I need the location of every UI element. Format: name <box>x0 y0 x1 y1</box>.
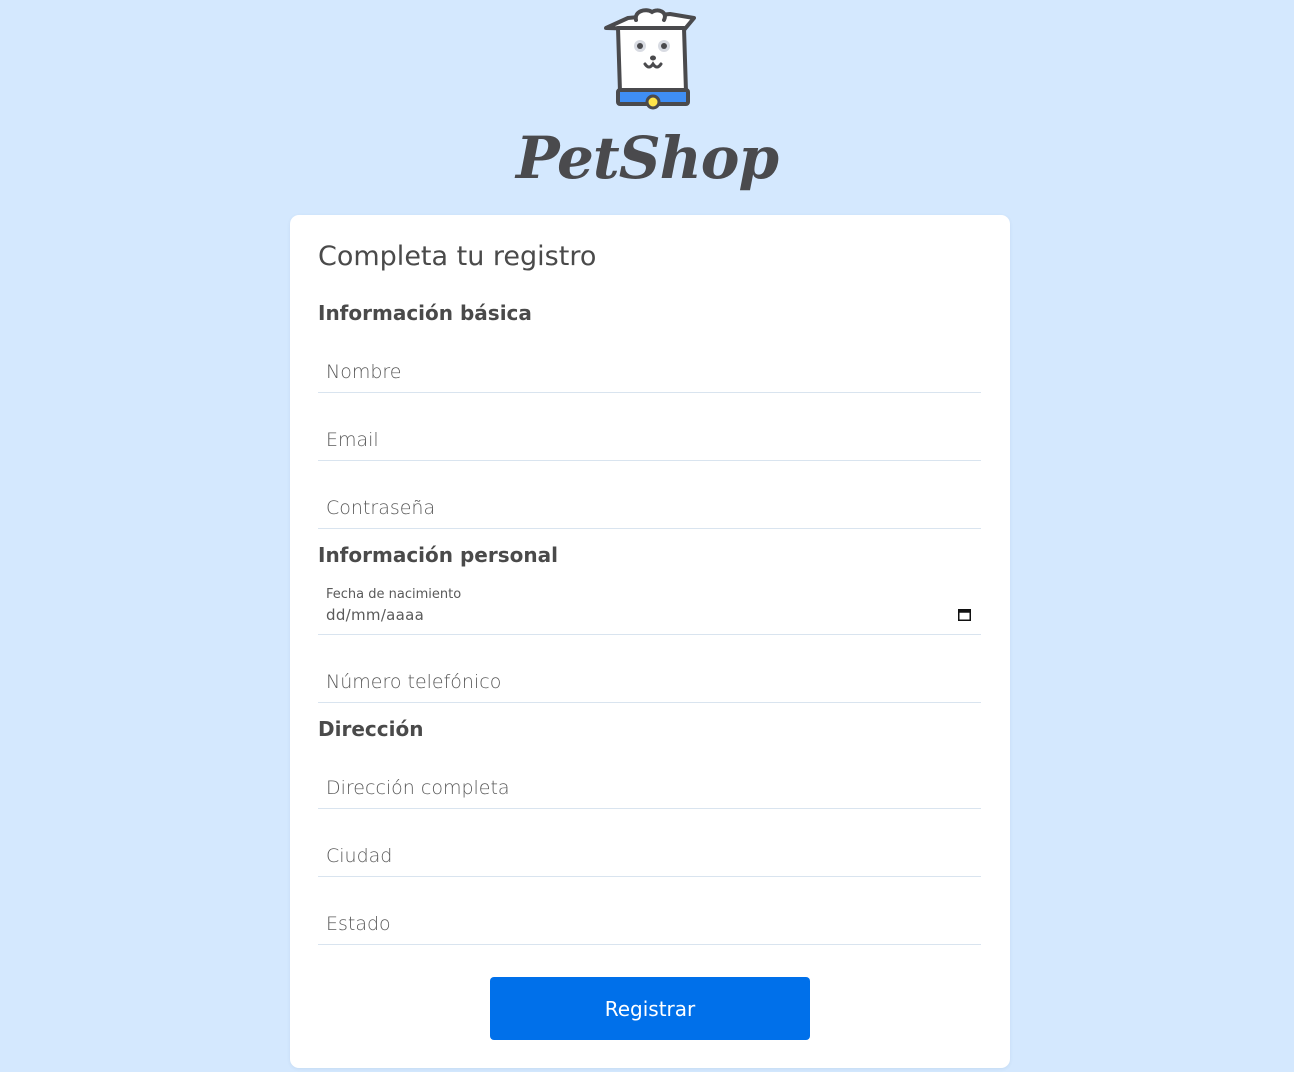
password-input[interactable] <box>318 488 981 528</box>
logo-header: PetShop <box>0 0 1294 210</box>
dog-mascot-icon <box>604 8 696 110</box>
birthdate-label: Fecha de nacimiento <box>326 587 462 602</box>
section-address: Dirección <box>318 717 424 741</box>
brand-name: PetShop <box>515 124 779 192</box>
calendar-icon[interactable] <box>958 608 971 621</box>
registration-card: Completa tu registro Información básica … <box>290 215 1010 1068</box>
state-input[interactable] <box>318 904 981 944</box>
password-field <box>318 488 981 529</box>
city-input[interactable] <box>318 836 981 876</box>
email-input[interactable] <box>318 420 981 460</box>
name-input[interactable] <box>318 352 981 392</box>
state-field <box>318 904 981 945</box>
address-field <box>318 768 981 809</box>
birthdate-field[interactable]: Fecha de nacimiento dd/mm/aaaa <box>318 581 981 635</box>
address-input[interactable] <box>318 768 981 808</box>
register-button[interactable]: Registrar <box>490 977 810 1040</box>
section-basic-info: Información básica <box>318 301 532 325</box>
name-field <box>318 352 981 393</box>
city-field <box>318 836 981 877</box>
email-field <box>318 420 981 461</box>
page-title: Completa tu registro <box>318 241 597 272</box>
birthdate-input[interactable]: dd/mm/aaaa <box>326 606 424 624</box>
phone-field <box>318 662 981 703</box>
phone-input[interactable] <box>318 662 981 702</box>
section-personal-info: Información personal <box>318 543 558 567</box>
